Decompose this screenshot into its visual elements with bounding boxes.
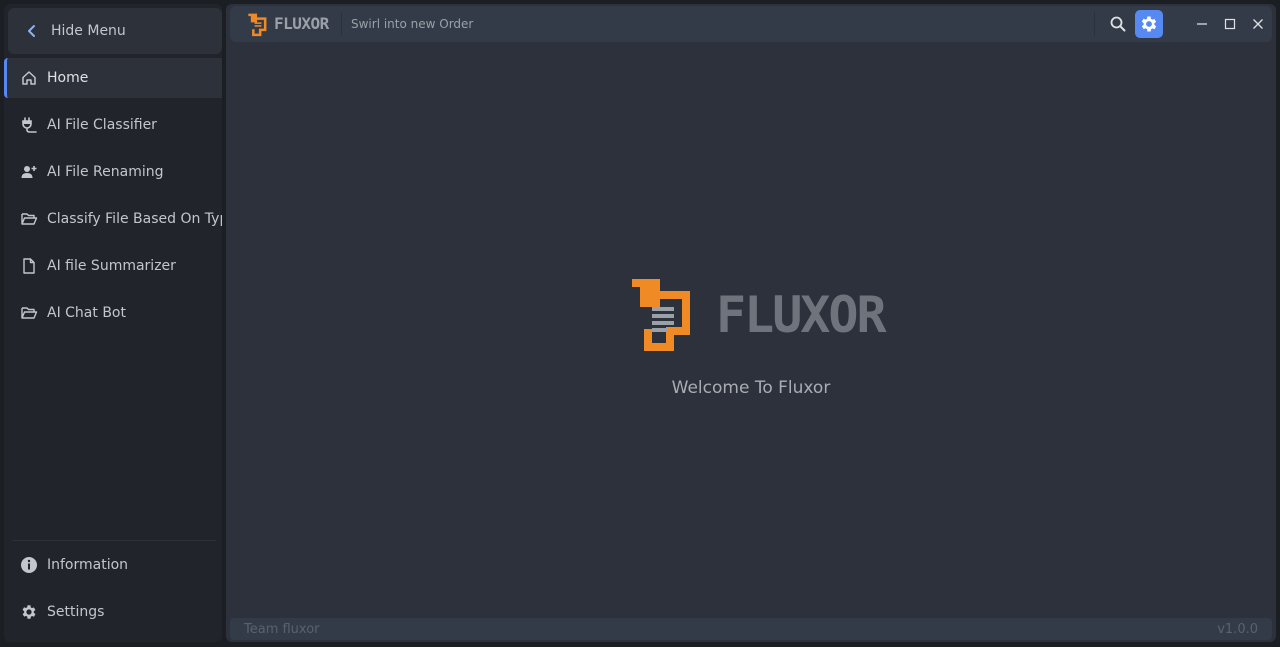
close-icon — [1253, 19, 1263, 29]
app-tagline: Swirl into new Order — [351, 17, 474, 31]
folder-open-icon — [20, 304, 38, 322]
hide-menu-label: Hide Menu — [51, 23, 126, 39]
settings-button[interactable] — [1135, 10, 1163, 38]
left-sidebar: Hide Menu Home AI File Classifier AI Fil… — [4, 4, 222, 642]
sidebar-item-label: Settings — [47, 604, 105, 620]
title-bar[interactable]: FLUXOR Swirl into new Order — [230, 6, 1272, 42]
search-button[interactable] — [1104, 10, 1132, 38]
gear-icon — [1141, 16, 1157, 32]
sidebar-item-information[interactable]: Information — [4, 545, 222, 585]
sidebar-item-label: AI Chat Bot — [47, 305, 126, 321]
close-button[interactable] — [1244, 10, 1272, 38]
chevron-left-icon — [28, 25, 35, 37]
gear-icon — [20, 603, 38, 621]
sidebar-item-label: Information — [47, 557, 129, 573]
sidebar-item-label: AI File Classifier — [47, 117, 157, 133]
main-content: FLUXOR Swirl into new Order FLUXOR Welco… — [226, 4, 1276, 642]
welcome-message: Welcome To Fluxor — [671, 378, 831, 398]
sidebar-item-label: AI File Renaming — [47, 164, 164, 180]
search-icon — [1110, 16, 1126, 32]
fluxor-logo-icon — [632, 279, 690, 351]
sidebar-item-ai-file-summarizer[interactable]: AI file Summarizer — [4, 246, 222, 286]
sidebar-item-settings[interactable]: Settings — [4, 592, 222, 632]
sidebar-item-ai-file-classifier[interactable]: AI File Classifier — [4, 105, 222, 145]
status-bar: Team fluxor v1.0.0 — [230, 618, 1272, 640]
title-separator — [341, 12, 342, 36]
maximize-icon — [1224, 18, 1236, 30]
folder-open-icon — [20, 210, 38, 228]
sidebar-item-label: AI file Summarizer — [47, 258, 176, 274]
logo-wordmark: FLUXOR — [716, 286, 887, 344]
file-icon — [20, 257, 38, 275]
sidebar-divider — [12, 540, 216, 541]
plug-icon — [20, 116, 38, 134]
minimize-icon — [1197, 23, 1207, 25]
footer-credits: Team fluxor — [244, 622, 320, 637]
sidebar-item-classify-by-type[interactable]: Classify File Based On Type — [4, 199, 222, 239]
add-user-icon — [20, 163, 38, 181]
home-icon — [20, 69, 38, 87]
fluxor-logo-icon — [248, 13, 267, 37]
sidebar-item-ai-file-renaming[interactable]: AI File Renaming — [4, 152, 222, 192]
app-name: FLUXOR — [274, 14, 329, 33]
sidebar-item-home[interactable]: Home — [4, 58, 222, 98]
title-separator-right — [1094, 12, 1095, 36]
sidebar-item-label: Home — [47, 70, 89, 86]
hide-menu-button[interactable]: Hide Menu — [8, 8, 222, 54]
minimize-button[interactable] — [1188, 10, 1216, 38]
info-icon — [20, 556, 38, 574]
sidebar-item-ai-chat-bot[interactable]: AI Chat Bot — [4, 293, 222, 333]
version-label: v1.0.0 — [1217, 622, 1258, 637]
maximize-button[interactable] — [1216, 10, 1244, 38]
sidebar-item-label: Classify File Based On Type — [47, 211, 222, 227]
